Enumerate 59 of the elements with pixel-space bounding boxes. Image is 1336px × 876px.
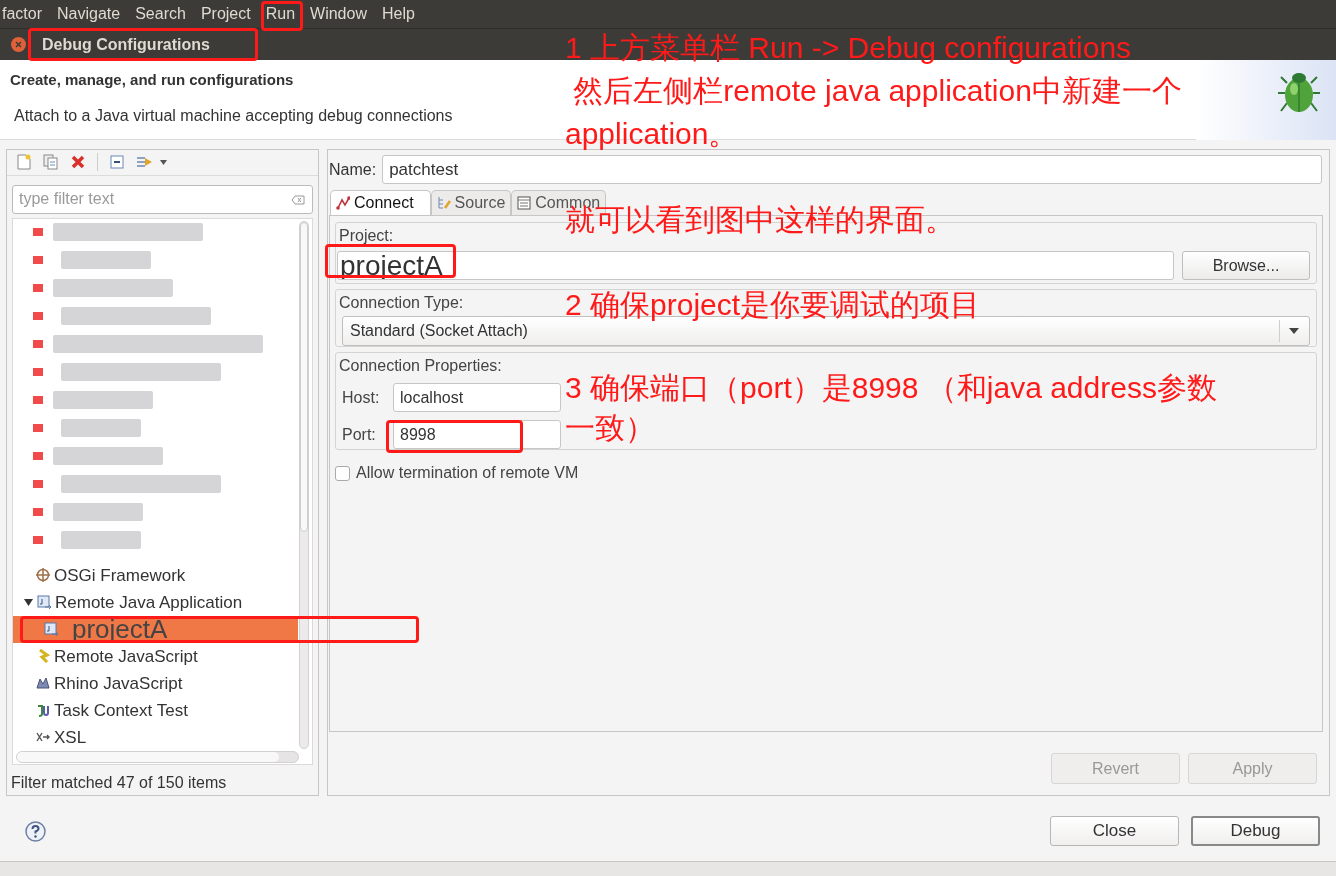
rhino-icon (36, 676, 50, 691)
menu-item[interactable]: Search (134, 2, 187, 26)
button[interactable]: Debug (1191, 816, 1320, 846)
connect-icon (336, 196, 350, 210)
tree-item[interactable]: Remote Java Application (13, 588, 298, 616)
group-label: Connection Type: (339, 294, 464, 312)
horizontal-scrollbar[interactable] (16, 751, 299, 763)
name-label: Name: (329, 159, 377, 180)
annotation-overlay: 3 确保端口（port）是8998 （和java address参数 一致） (565, 370, 1217, 446)
window-title: Debug Configurations (42, 35, 210, 54)
header-message: Attach to a Java virtual machine accepting debug connections (13, 105, 453, 126)
close-icon (15, 41, 22, 48)
tree-item[interactable]: Task Context Test (13, 696, 298, 724)
delete-icon (71, 155, 85, 170)
dropdown-caret-icon (160, 159, 167, 165)
source-icon (436, 196, 451, 210)
tree-item[interactable]: Remote JavaScript (13, 642, 298, 670)
menu-item[interactable]: Window (309, 2, 368, 26)
close-button[interactable] (11, 37, 26, 52)
annotation-overlay: 1 上方菜单栏 Run -> Debug configurations 然后左侧栏remote java application中新建一个 application。 (565, 30, 1182, 152)
duplicate-icon (43, 154, 59, 171)
filter-field[interactable]: type filter text (12, 184, 313, 214)
remote-java-icon (37, 595, 51, 610)
remote-java-icon (44, 622, 58, 637)
filter-icon (136, 155, 154, 170)
collapse-all-icon (110, 155, 124, 170)
tree-item[interactable]: OSGi Framework (13, 561, 298, 589)
menu-item[interactable]: Project (199, 2, 252, 26)
dropdown-caret-icon (1289, 328, 1299, 334)
browse-button[interactable]: Browse... (1182, 251, 1310, 280)
group-label: Connection Properties: (339, 357, 502, 375)
status-text: Filter matched 47 of 150 items (10, 773, 228, 793)
tree-item[interactable]: Rhino JavaScript (13, 669, 298, 697)
button[interactable]: Close (1050, 816, 1179, 846)
junit-icon (36, 703, 50, 718)
menu-item[interactable]: factor (1, 2, 43, 26)
window-icon (517, 196, 532, 210)
highlight-rectangle (261, 1, 303, 31)
checkbox[interactable] (335, 465, 350, 481)
tab[interactable]: Connect (330, 190, 431, 215)
name-field[interactable]: patchtest (382, 155, 1322, 184)
clear-icon (291, 194, 305, 205)
vertical-scrollbar[interactable] (299, 220, 309, 749)
tree-item[interactable]: XSL (13, 723, 298, 751)
help-icon (25, 820, 46, 842)
menu-item[interactable]: Run (264, 2, 297, 26)
tab[interactable]: Source (430, 190, 512, 215)
expanded-arrow-icon (24, 597, 33, 607)
checkbox-label: Allow termination of remote VM (356, 463, 579, 483)
lightning-icon (36, 649, 50, 664)
header-title: Create, manage, and run configurations (10, 70, 295, 90)
port-label: Port: (342, 424, 377, 445)
menu-item[interactable]: Help (380, 2, 416, 26)
group-label: Project: (339, 227, 394, 245)
menu-item[interactable]: Navigate (56, 2, 122, 26)
host-field[interactable]: localhost (393, 383, 561, 412)
new-file-icon (17, 154, 31, 171)
crosshair-icon (36, 568, 50, 583)
host-label: Host: (342, 387, 381, 408)
